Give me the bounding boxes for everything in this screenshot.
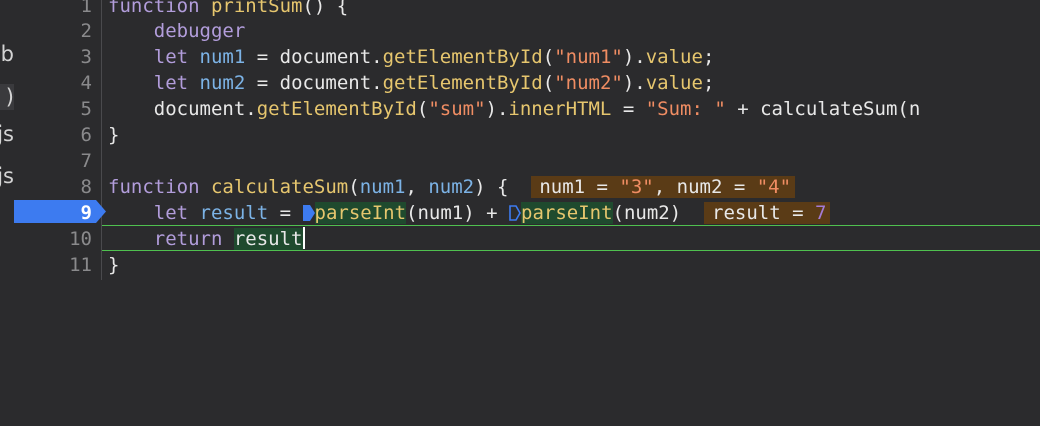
line-number[interactable]: 10 (14, 226, 92, 252)
code-text: ( (542, 46, 555, 68)
function-name: printSum (210, 0, 303, 17)
operator: + (474, 202, 509, 224)
inline-label: , num2 = (653, 176, 757, 198)
function-call[interactable]: parseInt (521, 202, 613, 224)
line-number[interactable]: 2 (14, 18, 92, 44)
code-text: ) { (474, 176, 509, 198)
keyword: let (153, 202, 189, 224)
code-text: } (108, 124, 120, 146)
code-text: ( (542, 72, 555, 94)
line-number[interactable]: 3 (14, 44, 92, 70)
operator: = (245, 46, 280, 68)
code-text: ). (622, 72, 646, 94)
file-tab-4[interactable]: js (0, 163, 14, 189)
code-line-1[interactable]: function printSum() { (108, 0, 348, 19)
file-sidebar: ab ) js js (0, 0, 14, 426)
line-number[interactable]: 7 (14, 148, 92, 174)
code-text: ( (348, 176, 360, 198)
code-text: } (108, 254, 120, 276)
code-line-4[interactable]: let num2 = document.getElementById("num2… (108, 70, 715, 96)
code-text: (num2) (612, 202, 682, 224)
code-text: ). (485, 98, 509, 120)
function-name: getElementById (256, 98, 417, 120)
inline-value: "3" (619, 176, 654, 198)
property: innerHTML (508, 98, 612, 120)
parameter: num1 (359, 176, 406, 198)
line-number-active[interactable]: 9 (14, 200, 92, 226)
code-line-9[interactable]: let result = parseInt(num1) + parseInt(n… (108, 200, 831, 226)
keyword: let (153, 46, 189, 68)
file-tab-1[interactable]: ab (0, 41, 14, 67)
code-line-3[interactable]: let num1 = document.getElementById("num1… (108, 44, 715, 70)
keyword: return (153, 228, 223, 250)
string-literal: "sum" (428, 98, 486, 120)
operator: = (611, 98, 646, 120)
code-text: ). (622, 46, 646, 68)
keyword: function (108, 0, 200, 17)
code-line-5[interactable]: document.getElementById("sum").innerHTML… (108, 96, 921, 122)
string-literal: "num2" (554, 72, 623, 94)
keyword: let (153, 72, 189, 94)
variable: result (233, 228, 303, 250)
file-tab-2[interactable]: ) (0, 84, 14, 110)
code-text: () { (302, 0, 349, 17)
variable: num1 (199, 46, 246, 68)
operator: + (725, 98, 761, 120)
inline-variable-values: result = 7 (704, 202, 831, 224)
inline-value: 7 (815, 202, 827, 224)
line-number[interactable]: 11 (14, 252, 92, 278)
operator: = (245, 72, 280, 94)
code-text: (num1) (406, 202, 475, 224)
variable: num2 (199, 72, 246, 94)
property: value (645, 46, 703, 68)
string-literal: "num1" (554, 46, 623, 68)
code-line-10[interactable]: return result (108, 226, 305, 252)
keyword: debugger (153, 20, 246, 42)
function-call[interactable]: parseInt (314, 202, 407, 224)
variable: result (199, 202, 269, 224)
keyword: function (108, 176, 200, 198)
code-text: , (405, 176, 429, 198)
step-in-marker-icon[interactable] (302, 205, 315, 221)
line-number[interactable]: 8 (14, 174, 92, 200)
line-number[interactable]: 5 (14, 96, 92, 122)
step-in-marker-icon[interactable] (509, 205, 521, 221)
function-name: getElementById (382, 46, 543, 68)
code-text: ; (702, 46, 715, 68)
line-number[interactable]: 1 (14, 0, 92, 19)
text-cursor (302, 227, 305, 249)
code-text: ; (702, 72, 715, 94)
function-name: getElementById (382, 72, 543, 94)
function-name: calculateSum (210, 176, 349, 198)
code-line-2[interactable]: debugger (108, 18, 246, 44)
parameter: num2 (428, 176, 475, 198)
code-line-8[interactable]: function calculateSum(num1, num2) { num1… (108, 174, 796, 200)
code-text: ( (416, 98, 429, 120)
string-literal: "Sum: " (645, 98, 726, 120)
code-text: document. (279, 46, 383, 68)
code-line-11[interactable]: } (108, 252, 119, 278)
line-number[interactable]: 6 (14, 122, 92, 148)
code-text: document. (153, 98, 257, 120)
operator: = (268, 202, 303, 224)
inline-value: "4" (756, 176, 792, 198)
inline-label: result = (712, 202, 815, 224)
inline-label: num1 = (539, 176, 620, 198)
code-text: calculateSum(n (760, 98, 921, 120)
code-text: document. (279, 72, 383, 94)
inline-variable-values: num1 = "3", num2 = "4" (531, 176, 796, 198)
line-number[interactable]: 4 (14, 70, 92, 96)
code-line-6[interactable]: } (108, 122, 119, 148)
file-tab-3[interactable]: js (0, 121, 14, 147)
property: value (645, 72, 703, 94)
